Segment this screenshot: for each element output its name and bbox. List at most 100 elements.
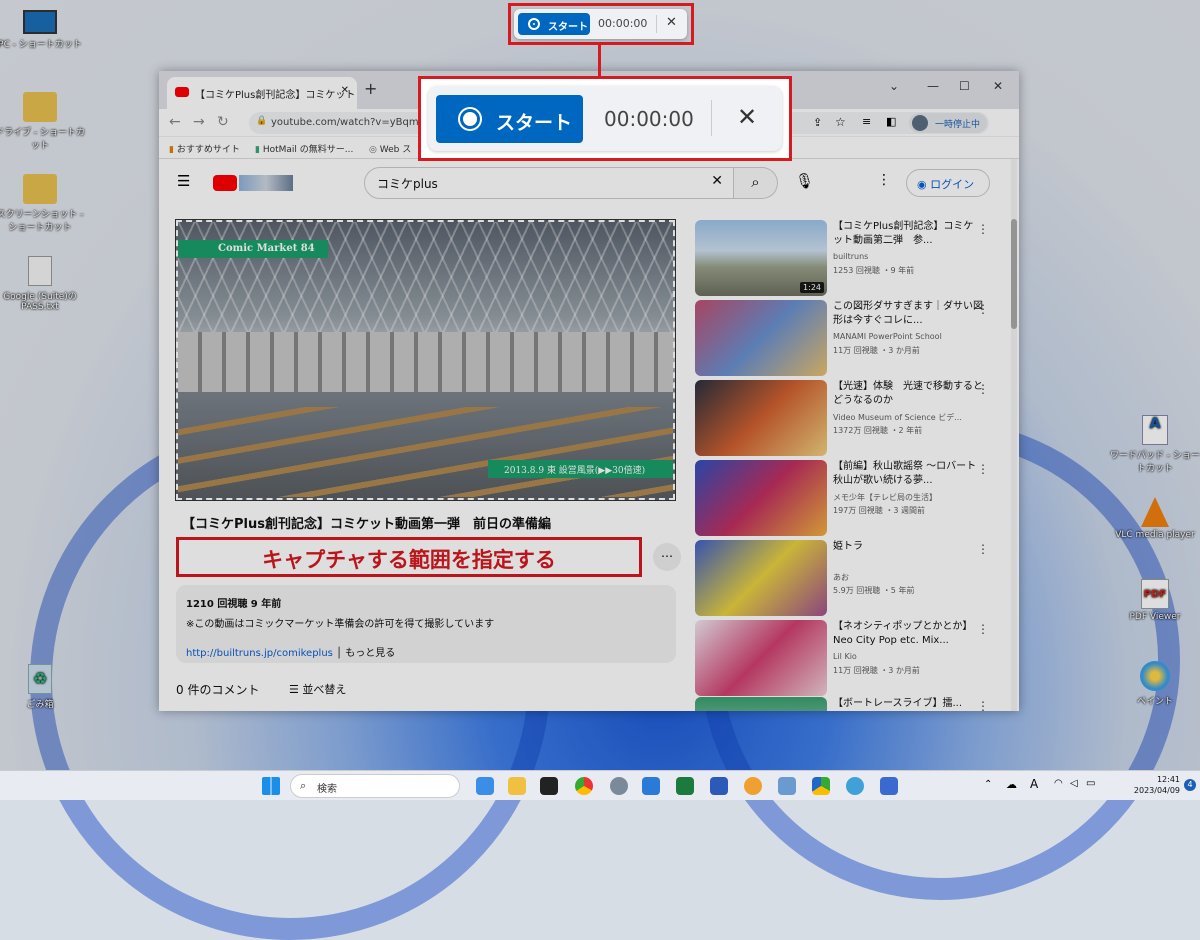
video-banner-top: Comic Market 84 — [178, 240, 328, 258]
desktop-icon-pc[interactable]: PC - ショートカット — [0, 10, 85, 50]
search-button[interactable]: ⌕ — [734, 167, 778, 199]
word-icon[interactable] — [710, 777, 728, 795]
maximize-icon[interactable]: ☐ — [959, 79, 970, 93]
paint-app-icon[interactable] — [744, 777, 762, 795]
store-bag-icon[interactable] — [880, 777, 898, 795]
desktop-icon-wordpad[interactable]: A ワードパッド - ショートカット — [1110, 415, 1200, 474]
cloud-icon[interactable]: ☁ — [1006, 778, 1017, 791]
ime-icon[interactable]: A — [1030, 777, 1038, 791]
recommendation-item[interactable]: 【ボートレースライブ】擂... ⋮ — [695, 697, 995, 711]
battery-icon[interactable]: ▭ — [1086, 778, 1095, 789]
sidebar-icon[interactable]: ◧ — [886, 115, 896, 128]
recommendation-item[interactable]: 【前編】秋山歌謡祭 ～ロバート秋山が歌い続ける夢... メモ少年【テレビ局の生活… — [695, 460, 995, 536]
tab-search-icon[interactable]: ⌄ — [889, 79, 899, 93]
booth-walls — [178, 332, 673, 392]
reload-icon[interactable]: ↻ — [217, 114, 229, 130]
close-icon[interactable]: ✕ — [666, 15, 677, 30]
scrollbar-thumb[interactable] — [1011, 219, 1017, 329]
chevron-up-icon[interactable]: ⌃ — [984, 779, 992, 790]
desktop-icon-pdf[interactable]: PDF PDF Viewer — [1110, 579, 1200, 622]
recommendation-item[interactable]: 【ネオシティポップとかとか】Neo City Pop etc. Mix... L… — [695, 620, 995, 696]
recommendation-item[interactable]: 1:24 【コミケPlus創刊記念】コミケット動画第二弾 参... builtr… — [695, 220, 995, 296]
close-icon[interactable]: ✕ — [737, 103, 757, 131]
profile-pause-button[interactable]: 一時停止中 — [909, 113, 987, 133]
bookmark-item[interactable]: ▮ HotMail の無料サー... — [255, 142, 353, 155]
kebab-icon[interactable]: ⋮ — [977, 699, 989, 711]
settings-icon[interactable] — [610, 777, 628, 795]
start-recording-button-zoom[interactable]: スタート — [436, 95, 583, 143]
description-box[interactable]: 1210 回視聴 9 年前 ※この動画はコミックマーケット準備会の許可を得て撮影… — [176, 585, 676, 663]
widgets-icon[interactable] — [476, 777, 494, 795]
start-recording-button[interactable]: スタート — [518, 13, 590, 35]
notification-badge[interactable]: 4 — [1184, 779, 1196, 791]
timer-display: 00:00:00 — [604, 107, 694, 131]
notepad-icon[interactable] — [778, 777, 796, 795]
login-button[interactable]: ◉ ログイン — [906, 169, 990, 197]
search-icon: ⌕ — [300, 779, 307, 792]
search-input[interactable]: コミケplus ✕ — [364, 167, 734, 199]
folder-icon — [23, 92, 57, 122]
clock-date: 2023/04/09 — [1133, 786, 1180, 795]
recommendation-title: 【ネオシティポップとかとか】Neo City Pop etc. Mix... — [833, 621, 973, 646]
clear-search-icon[interactable]: ✕ — [711, 173, 723, 189]
close-tab-icon[interactable]: ✕ — [341, 85, 349, 96]
start-menu-icon[interactable] — [262, 777, 280, 795]
recommendation-channel: Video Museum of Science ビデ... — [833, 413, 962, 422]
microphone-icon[interactable]: 🎙 — [795, 172, 814, 190]
forward-icon[interactable]: → — [193, 114, 205, 130]
vlc-cone-icon — [1141, 497, 1169, 527]
drive-icon[interactable] — [812, 777, 830, 795]
recommendation-title: 【前編】秋山歌謡祭 ～ロバート秋山が歌い続ける夢... — [833, 461, 977, 486]
bookmark-item[interactable]: ◎ Web ス — [369, 142, 411, 155]
new-tab-button[interactable]: + — [364, 79, 377, 98]
help-icon[interactable] — [642, 777, 660, 795]
description-link[interactable]: http://builtruns.jp/comikeplus — [186, 648, 333, 659]
browser-window: 【コミケPlus創刊記念】コミケット ✕ + ⌄ — ☐ ✕ ← → ↻ 🔒 y… — [159, 71, 1019, 711]
table-rows — [178, 407, 673, 497]
desktop-icon-recycle[interactable]: ♻ ごみ箱 — [0, 664, 85, 710]
recommendation-item[interactable]: 姫トラ あお 5.9万 回視聴 ・5 年前 ⋮ — [695, 540, 995, 616]
media-icon[interactable] — [846, 777, 864, 795]
clock[interactable]: 12:41 2023/04/09 — [1134, 774, 1180, 796]
kebab-icon[interactable]: ⋮ — [977, 382, 989, 396]
close-window-icon[interactable]: ✕ — [993, 79, 1003, 93]
volume-icon[interactable]: ◁ — [1070, 778, 1078, 789]
bookmark-icon: ▮ — [255, 145, 260, 155]
wifi-icon[interactable]: ◠ — [1054, 778, 1063, 789]
video-banner-bottom: 2013.8.9 東 設営風景(▶▶30倍速) — [488, 460, 673, 478]
excel-icon[interactable] — [676, 777, 694, 795]
kebab-icon[interactable]: ⋮ — [977, 622, 989, 636]
show-more-link[interactable]: もっと見る — [345, 648, 395, 659]
desktop-icon-paint[interactable]: ペイント — [1110, 661, 1200, 707]
more-actions-button[interactable]: ⋯ — [653, 543, 681, 571]
scrollbar[interactable] — [1011, 159, 1017, 711]
recommendation-item[interactable]: この図形ダサすぎます｜ダサい図形は今すぐコレに... MANAMI PowerP… — [695, 300, 995, 376]
kebab-icon[interactable]: ⋮ — [977, 462, 989, 476]
kebab-icon[interactable]: ⋮ — [977, 542, 989, 556]
store-icon[interactable] — [540, 777, 558, 795]
bookmark-item[interactable]: ▮ おすすめサイト — [169, 142, 240, 155]
settings-kebab-icon[interactable]: ⋮ — [877, 172, 891, 188]
reading-list-icon[interactable]: ≡ — [862, 115, 871, 128]
desktop-icon-vlc[interactable]: VLC media player — [1110, 497, 1200, 540]
minimize-icon[interactable]: — — [927, 79, 939, 93]
kebab-icon[interactable]: ⋮ — [977, 302, 989, 316]
bookmark-star-icon[interactable]: ☆ — [835, 115, 846, 129]
chrome-icon[interactable] — [575, 777, 593, 795]
youtube-logo[interactable] — [213, 175, 237, 191]
share-icon[interactable]: ⇪ — [813, 116, 822, 129]
browser-tab[interactable]: 【コミケPlus創刊記念】コミケット ✕ — [167, 77, 357, 109]
recommendation-item[interactable]: 【光速】体験 光速で移動するとどうなるのか Video Museum of Sc… — [695, 380, 995, 456]
desktop-icon-screenshot[interactable]: スクリーンショット - ショートカット — [0, 174, 85, 233]
taskbar-search[interactable]: ⌕ 検索 — [290, 774, 460, 798]
back-icon[interactable]: ← — [169, 114, 181, 130]
monitor-icon — [23, 10, 57, 34]
video-player[interactable]: Comic Market 84 2013.8.9 東 設営風景(▶▶30倍速) — [175, 219, 676, 501]
kebab-icon[interactable]: ⋮ — [977, 222, 989, 236]
file-explorer-icon[interactable] — [508, 777, 526, 795]
desktop-icon-drive[interactable]: ドライブ - ショートカット — [0, 92, 85, 151]
desktop-icon-txt[interactable]: Google (Suite)のPASS.txt — [0, 256, 85, 312]
desktop-icon-label: ワードパッド - ショートカット — [1110, 451, 1200, 474]
menu-icon[interactable]: ☰ — [177, 172, 190, 190]
sort-button[interactable]: ☰ 並べ替え — [289, 681, 346, 697]
